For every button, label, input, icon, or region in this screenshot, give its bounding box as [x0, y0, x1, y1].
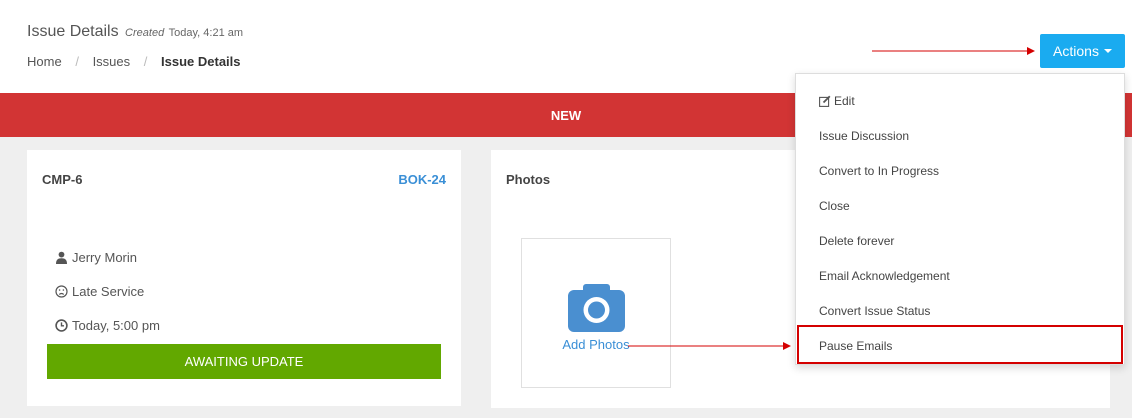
assignee-name: Jerry Morin [72, 250, 138, 265]
menu-item-edit[interactable]: Edit [796, 83, 1124, 118]
frown-icon [55, 285, 68, 298]
actions-button[interactable]: Actions [1040, 34, 1125, 68]
breadcrumb-current: Issue Details [161, 54, 241, 69]
page-title: Issue Details [27, 23, 119, 40]
pause-emails-highlight-box [797, 325, 1123, 364]
page-title-row: Issue Details Created Today, 4:21 am [27, 23, 243, 41]
user-icon [56, 251, 67, 264]
add-photos-label: Add Photos [562, 337, 630, 352]
due-row: Today, 5:00 pm [55, 318, 160, 333]
breadcrumb: Home / Issues / Issue Details [27, 54, 241, 69]
created-label: Created [125, 27, 165, 39]
menu-item-close[interactable]: Close [796, 188, 1124, 223]
add-photos-button[interactable]: Add Photos [521, 238, 671, 388]
issue-card: CMP-6 BOK-24 Jerry Morin Late Service To… [27, 150, 461, 406]
booking-ref-link[interactable]: BOK-24 [398, 172, 446, 187]
edit-icon [819, 95, 831, 107]
menu-item-convert-in-progress[interactable]: Convert to In Progress [796, 153, 1124, 188]
menu-item-delete-forever[interactable]: Delete forever [796, 223, 1124, 258]
due-time: Today, 5:00 pm [72, 318, 160, 333]
menu-item-convert-issue-status[interactable]: Convert Issue Status [796, 293, 1124, 328]
reason-row: Late Service [55, 284, 144, 299]
assignee-row: Jerry Morin [55, 250, 137, 265]
camera-icon [568, 284, 625, 332]
status-label: NEW [550, 107, 582, 123]
issue-id: CMP-6 [42, 172, 83, 187]
actions-dropdown-menu: Edit Issue Discussion Convert to In Prog… [795, 73, 1125, 365]
awaiting-update-label: AWAITING UPDATE [184, 354, 304, 369]
created-time: Today, 4:21 am [168, 27, 244, 39]
breadcrumb-separator: / [75, 54, 79, 69]
clock-icon [55, 319, 68, 332]
breadcrumb-issues[interactable]: Issues [93, 54, 131, 69]
issue-reason: Late Service [72, 284, 145, 299]
caret-down-icon [1103, 49, 1112, 53]
menu-item-email-acknowledgement[interactable]: Email Acknowledgement [796, 258, 1124, 293]
breadcrumb-separator: / [143, 54, 148, 69]
menu-item-edit-label: Edit [834, 93, 855, 108]
photos-title: Photos [506, 172, 551, 187]
actions-button-label: Actions [1053, 43, 1099, 59]
menu-item-issue-discussion[interactable]: Issue Discussion [796, 118, 1124, 153]
awaiting-update-button[interactable]: AWAITING UPDATE [47, 344, 441, 379]
breadcrumb-home[interactable]: Home [27, 54, 62, 69]
